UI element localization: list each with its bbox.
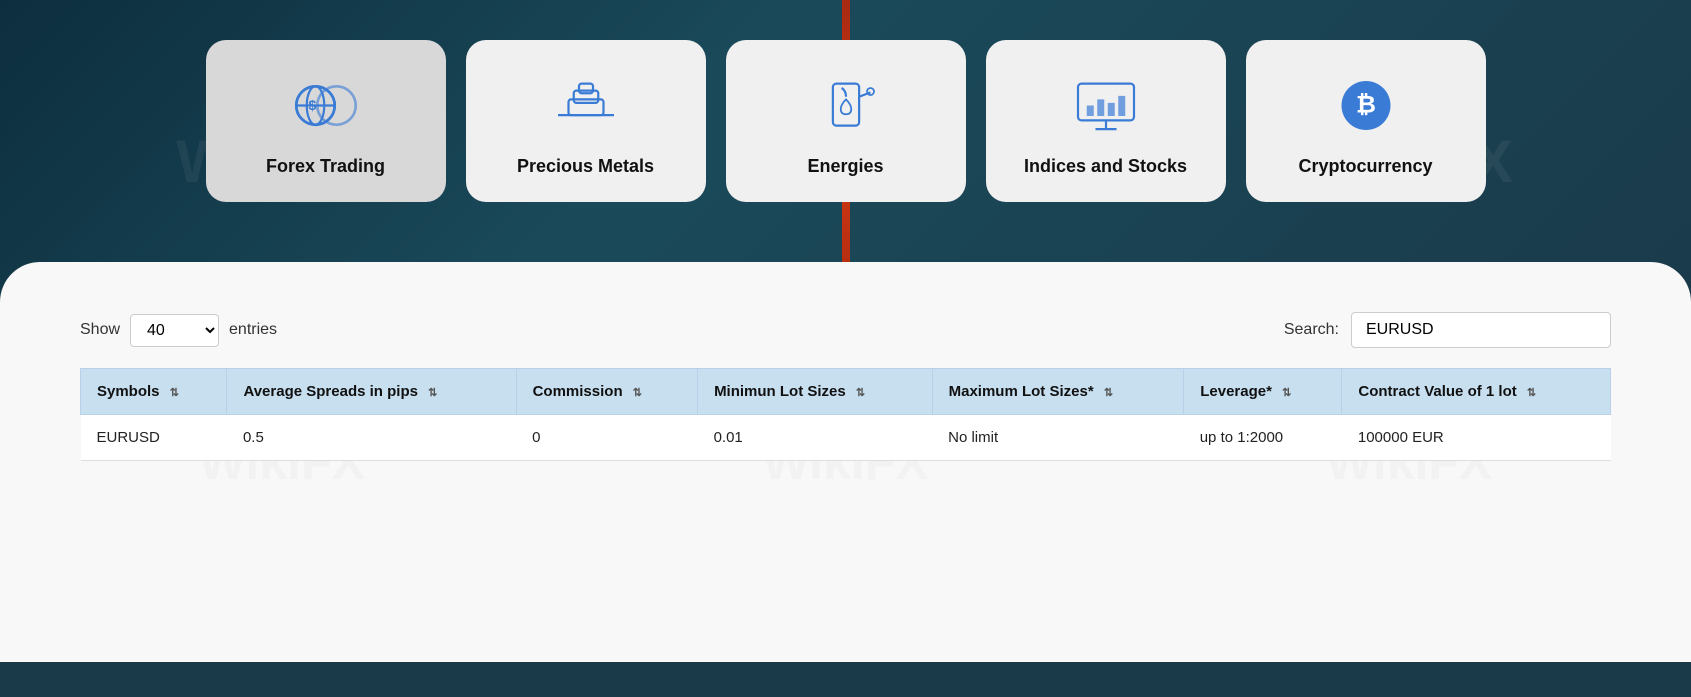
crypto-icon: ₿ — [1326, 70, 1406, 140]
tab-energies-label: Energies — [807, 156, 883, 177]
indices-icon — [1066, 70, 1146, 140]
tab-crypto-label: Cryptocurrency — [1298, 156, 1432, 177]
col-min-lot[interactable]: Minimun Lot Sizes ⇅ — [698, 369, 933, 415]
energies-icon — [806, 70, 886, 140]
show-label: Show — [80, 321, 120, 339]
sort-max-lot-icon: ⇅ — [1104, 386, 1113, 399]
tab-metals[interactable]: Precious Metals — [466, 40, 706, 202]
table-row: EURUSD 0.5 0 0.01 No limit up to 1:2000 … — [81, 415, 1611, 461]
table-header-row: Symbols ⇅ Average Spreads in pips ⇅ Comm… — [81, 369, 1611, 415]
trading-table: Symbols ⇅ Average Spreads in pips ⇅ Comm… — [80, 368, 1611, 461]
sort-min-lot-icon: ⇅ — [856, 386, 865, 399]
sort-contract-icon: ⇅ — [1527, 386, 1536, 399]
cell-max-lot: No limit — [932, 415, 1184, 461]
col-commission[interactable]: Commission ⇅ — [516, 369, 697, 415]
table-controls: Show 10 25 40 100 entries Search: — [80, 312, 1611, 348]
metals-icon — [546, 70, 626, 140]
tab-energies[interactable]: Energies — [726, 40, 966, 202]
cell-symbols: EURUSD — [81, 415, 227, 461]
sort-commission-icon: ⇅ — [633, 386, 642, 399]
col-contract-value[interactable]: Contract Value of 1 lot ⇅ — [1342, 369, 1611, 415]
sort-leverage-icon: ⇅ — [1282, 386, 1291, 399]
tab-metals-label: Precious Metals — [517, 156, 654, 177]
table-body: EURUSD 0.5 0 0.01 No limit up to 1:2000 … — [81, 415, 1611, 461]
col-leverage[interactable]: Leverage* ⇅ — [1184, 369, 1342, 415]
sort-symbols-icon: ⇅ — [170, 386, 179, 399]
col-symbols[interactable]: Symbols ⇅ — [81, 369, 227, 415]
cell-leverage: up to 1:2000 — [1184, 415, 1342, 461]
entries-select[interactable]: 10 25 40 100 — [130, 314, 219, 347]
tab-crypto[interactable]: ₿ Cryptocurrency — [1246, 40, 1486, 202]
entries-label: entries — [229, 321, 277, 339]
tab-forex[interactable]: $ Forex Trading — [206, 40, 446, 202]
sort-spreads-icon: ⇅ — [428, 386, 437, 399]
content-section: WikiFX WikiFX WikiFX Show 10 25 40 100 e… — [0, 262, 1691, 662]
show-entries-control: Show 10 25 40 100 entries — [80, 314, 277, 347]
col-avg-spreads[interactable]: Average Spreads in pips ⇅ — [227, 369, 516, 415]
category-tabs: $ Forex Trading Precious Metals — [60, 40, 1631, 202]
cell-contract-value: 100000 EUR — [1342, 415, 1611, 461]
cell-avg-spreads: 0.5 — [227, 415, 516, 461]
svg-text:$: $ — [308, 96, 316, 112]
svg-text:₿: ₿ — [1356, 91, 1376, 118]
tab-forex-label: Forex Trading — [266, 156, 385, 177]
search-control: Search: — [1284, 312, 1611, 348]
tab-indices[interactable]: Indices and Stocks — [986, 40, 1226, 202]
cell-commission: 0 — [516, 415, 697, 461]
cell-min-lot: 0.01 — [698, 415, 933, 461]
search-input[interactable] — [1351, 312, 1611, 348]
col-max-lot[interactable]: Maximum Lot Sizes* ⇅ — [932, 369, 1184, 415]
tab-indices-label: Indices and Stocks — [1024, 156, 1187, 177]
forex-icon: $ — [286, 70, 366, 140]
search-label: Search: — [1284, 321, 1339, 339]
